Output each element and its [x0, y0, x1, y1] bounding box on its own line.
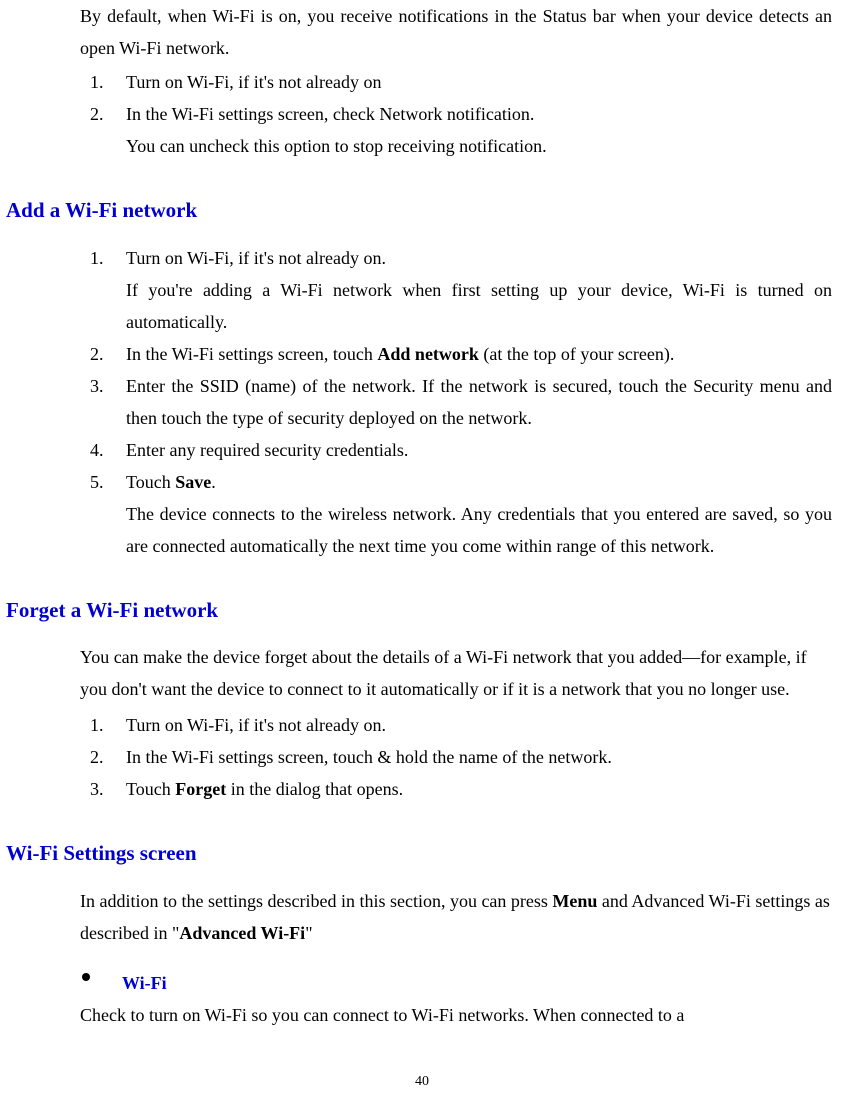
add-step-1: 1. Turn on Wi-Fi, if it's not already on… [80, 242, 832, 338]
step-text: Touch Save. [126, 472, 216, 492]
forget-step-2: 2. In the Wi-Fi settings screen, touch &… [80, 741, 832, 773]
step-text: Turn on Wi-Fi, if it's not already on. [126, 248, 386, 268]
step-subtext: If you're adding a Wi-Fi network when fi… [126, 274, 832, 338]
step-text: Turn on Wi-Fi, if it's not already on [126, 72, 382, 92]
step-text: Enter any required security credentials. [126, 440, 408, 460]
add-step-5: 5. Touch Save. The device connects to th… [80, 466, 832, 562]
step-number: 1. [90, 242, 104, 274]
step-text: Touch Forget in the dialog that opens. [126, 779, 403, 799]
wifi-sub-list: Wi-Fi [80, 967, 832, 999]
wifi-settings-intro: In addition to the settings described in… [80, 885, 832, 949]
add-step-2: 2. In the Wi-Fi settings screen, touch A… [80, 338, 832, 370]
step-number: 3. [90, 773, 104, 805]
top-step-1: 1. Turn on Wi-Fi, if it's not already on [80, 66, 832, 98]
wifi-sub-item: Wi-Fi [80, 967, 832, 999]
step-number: 2. [90, 338, 104, 370]
add-step-4: 4. Enter any required security credentia… [80, 434, 832, 466]
top-after-note: You can uncheck this option to stop rece… [80, 130, 832, 162]
step-number: 2. [90, 98, 104, 130]
forget-intro-text: You can make the device forget about the… [80, 641, 832, 705]
add-step-3: 3. Enter the SSID (name) of the network.… [80, 370, 832, 434]
forget-step-1: 1. Turn on Wi-Fi, if it's not already on… [80, 709, 832, 741]
top-step-2: 2. In the Wi-Fi settings screen, check N… [80, 98, 832, 130]
forget-step-3: 3. Touch Forget in the dialog that opens… [80, 773, 832, 805]
step-number: 1. [90, 709, 104, 741]
sub-heading-wifi: Wi-Fi [122, 973, 167, 993]
step-number: 1. [90, 66, 104, 98]
step-number: 5. [90, 466, 104, 498]
heading-forget-wifi-network: Forget a Wi-Fi network [6, 592, 832, 629]
step-number: 2. [90, 741, 104, 773]
top-steps-list: 1. Turn on Wi-Fi, if it's not already on… [80, 66, 832, 130]
wifi-sub-body: Check to turn on Wi-Fi so you can connec… [80, 999, 832, 1031]
step-number: 3. [90, 370, 104, 402]
step-text: In the Wi-Fi settings screen, check Netw… [126, 104, 534, 124]
step-text: In the Wi-Fi settings screen, touch & ho… [126, 747, 612, 767]
step-text: Turn on Wi-Fi, if it's not already on. [126, 715, 386, 735]
top-intro-text: By default, when Wi-Fi is on, you receiv… [80, 0, 832, 64]
heading-add-wifi-network: Add a Wi-Fi network [6, 192, 832, 229]
add-network-steps: 1. Turn on Wi-Fi, if it's not already on… [80, 242, 832, 562]
step-subtext: The device connects to the wireless netw… [126, 498, 832, 562]
forget-steps-list: 1. Turn on Wi-Fi, if it's not already on… [80, 709, 832, 805]
heading-wifi-settings-screen: Wi-Fi Settings screen [6, 835, 832, 872]
step-text: In the Wi-Fi settings screen, touch Add … [126, 344, 674, 364]
page-number: 40 [0, 1070, 844, 1095]
step-text: Enter the SSID (name) of the network. If… [126, 376, 832, 428]
step-number: 4. [90, 434, 104, 466]
bullet-icon [82, 973, 90, 981]
